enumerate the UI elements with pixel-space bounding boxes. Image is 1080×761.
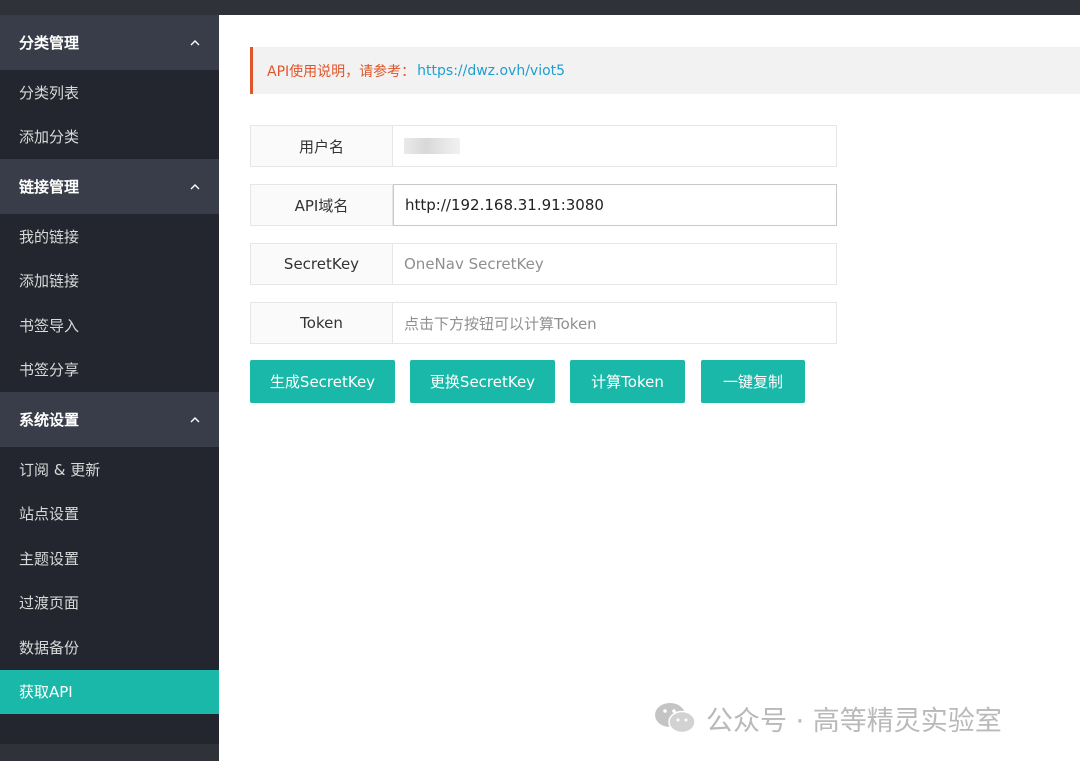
token-field[interactable]: 点击下方按钮可以计算Token — [393, 302, 837, 344]
change-secretkey-button[interactable]: 更换SecretKey — [410, 360, 555, 403]
sidebar-item-get-api[interactable]: 获取API — [0, 669, 219, 714]
sidebar-group-links[interactable]: 链接管理 — [0, 159, 219, 214]
sidebar-group-category[interactable]: 分类管理 — [0, 15, 219, 70]
api-domain-label: API域名 — [250, 184, 393, 226]
sidebar-item-add-link[interactable]: 添加链接 — [0, 259, 219, 304]
api-domain-field[interactable]: http://192.168.31.91:3080 — [393, 184, 837, 226]
main-content: API使用说明，请参考： https://dwz.ovh/viot5 用户名 A… — [219, 15, 1080, 761]
chevron-up-icon — [190, 415, 200, 425]
api-domain-value: http://192.168.31.91:3080 — [405, 196, 604, 214]
sidebar-group-settings[interactable]: 系统设置 — [0, 392, 219, 447]
sidebar-item-my-links[interactable]: 我的链接 — [0, 214, 219, 259]
username-value-redacted — [404, 138, 460, 154]
sidebar-item-bookmark-import[interactable]: 书签导入 — [0, 303, 219, 348]
sidebar-item-site-settings[interactable]: 站点设置 — [0, 492, 219, 537]
sidebar-item-bookmark-share[interactable]: 书签分享 — [0, 348, 219, 393]
secret-key-row: SecretKey OneNav SecretKey — [250, 243, 837, 285]
wechat-icon — [655, 703, 696, 734]
secret-key-placeholder: OneNav SecretKey — [404, 255, 544, 273]
copy-button[interactable]: 一键复制 — [701, 360, 805, 403]
sidebar-item-add-category[interactable]: 添加分类 — [0, 115, 219, 160]
sidebar-item-transition-page[interactable]: 过渡页面 — [0, 581, 219, 626]
sidebar-footer — [0, 744, 219, 761]
username-field[interactable] — [393, 125, 837, 167]
sidebar-item-category-list[interactable]: 分类列表 — [0, 70, 219, 115]
notice-text: API使用说明，请参考： — [267, 63, 416, 80]
username-row: 用户名 — [250, 125, 837, 167]
sidebar-item-theme-settings[interactable]: 主题设置 — [0, 536, 219, 581]
token-label: Token — [250, 302, 393, 344]
api-notice: API使用说明，请参考： https://dwz.ovh/viot5 — [250, 47, 1080, 94]
generate-secretkey-button[interactable]: 生成SecretKey — [250, 360, 395, 403]
sidebar-group-label: 系统设置 — [19, 411, 80, 429]
watermark: 公众号 · 高等精灵实验室 — [652, 698, 1002, 738]
watermark-text: 公众号 · 高等精灵实验室 — [706, 705, 1002, 737]
username-label: 用户名 — [250, 125, 393, 167]
token-placeholder: 点击下方按钮可以计算Token — [404, 314, 597, 333]
sidebar-group-label: 分类管理 — [19, 34, 80, 52]
compute-token-button[interactable]: 计算Token — [570, 360, 685, 403]
top-bar — [0, 0, 1080, 15]
sidebar-group-label: 链接管理 — [19, 178, 80, 196]
token-row: Token 点击下方按钮可以计算Token — [250, 302, 837, 344]
sidebar-item-subscribe-update[interactable]: 订阅 & 更新 — [0, 447, 219, 492]
secret-key-label: SecretKey — [250, 243, 393, 285]
sidebar: 分类管理 分类列表 添加分类 链接管理 我的链接 添加链接 书签导入 书签分享 … — [0, 15, 219, 761]
chevron-up-icon — [190, 38, 200, 48]
chevron-up-icon — [190, 182, 200, 192]
sidebar-item-data-backup[interactable]: 数据备份 — [0, 625, 219, 670]
secret-key-field[interactable]: OneNav SecretKey — [393, 243, 837, 285]
notice-link[interactable]: https://dwz.ovh/viot5 — [417, 63, 565, 79]
api-domain-row: API域名 http://192.168.31.91:3080 — [250, 184, 837, 226]
